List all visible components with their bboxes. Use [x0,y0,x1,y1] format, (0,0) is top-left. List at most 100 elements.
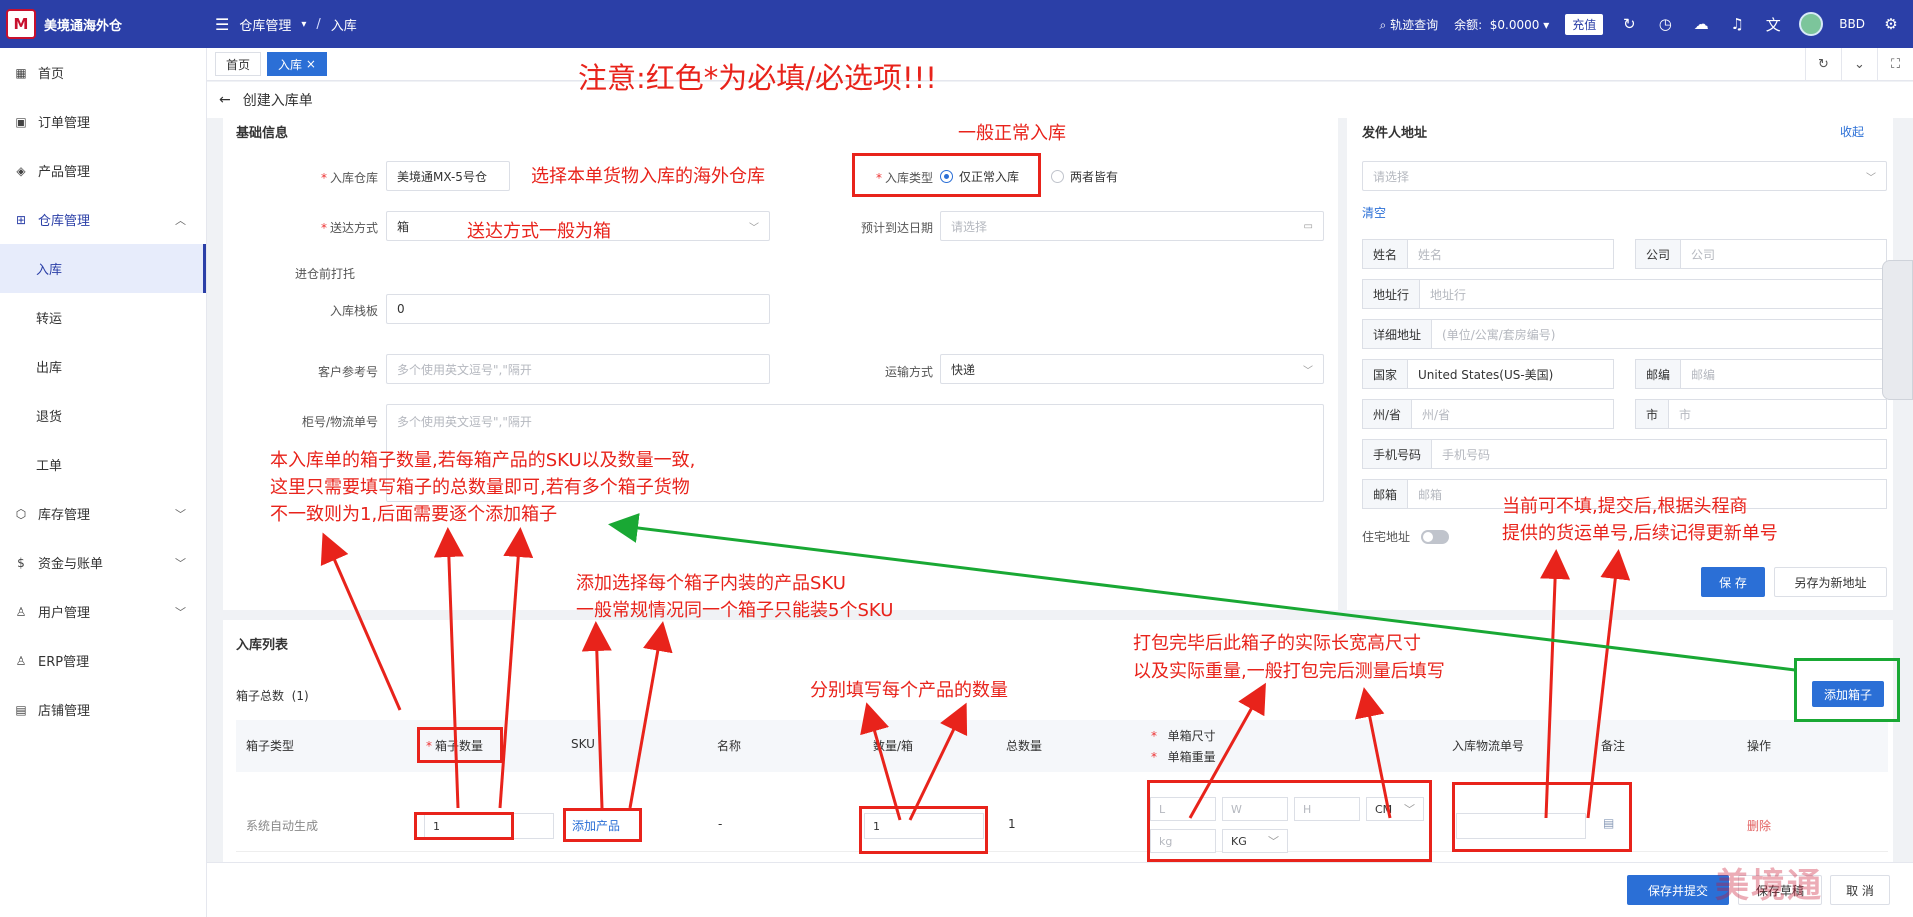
detail-address-field[interactable]: 详细地址 (单位/公寓/套房编号) [1362,319,1887,349]
eta-placeholder: 请选择 [951,219,988,234]
save-new-address-button[interactable]: 另存为新地址 [1774,567,1887,597]
sidebar-item-finance[interactable]: $ 资金与账单 ﹀ [0,538,206,587]
sidebar-sub-outbound[interactable]: 出库 [0,342,206,391]
sidebar-sub-tickets[interactable]: 工单 [0,440,206,489]
page-header: ← 创建入库单 [207,82,1913,118]
row-box-type: 系统自动生成 [246,819,319,833]
avatar[interactable] [1799,12,1824,36]
residential-toggle[interactable] [1421,530,1449,544]
settings-icon[interactable]: ⚙ [1881,15,1901,33]
eta-date-picker[interactable]: 请选择 ▭ [940,211,1324,241]
city-placeholder: 市 [1679,407,1692,422]
recharge-button[interactable]: 充值 [1565,13,1604,35]
sidebar-item-orders[interactable]: ▣ 订单管理 [0,97,206,146]
transport-value: 快递 [951,362,976,377]
sidebar-sub-returns[interactable]: 退货 [0,391,206,440]
sidebar-label: 产品管理 [38,165,91,180]
cancel-button[interactable]: 取 消 [1830,875,1890,905]
tab-home[interactable]: 首页 [215,52,262,76]
delete-link[interactable]: 删除 [1747,817,1771,834]
phone-label: 手机号码 [1363,440,1433,468]
address-line-placeholder: 地址行 [1430,287,1467,302]
box-total-value: (1) [291,689,309,703]
header-box-size-text: 单箱尺寸 [1167,729,1216,743]
header-qty-per-box: 数量/箱 [873,739,914,753]
back-arrow-icon[interactable]: ← [219,92,231,108]
name-field[interactable]: 姓名 姓名 [1362,239,1614,269]
clear-link[interactable]: 清空 [1362,204,1386,221]
collapse-link[interactable]: 收起 [1840,123,1864,140]
fullscreen-icon[interactable]: ⛶ [1877,47,1913,81]
address-line-label: 地址行 [1363,280,1421,308]
highlight-size-weight [1147,780,1432,862]
breadcrumb-warehouse[interactable]: 仓库管理 [239,15,291,34]
phone-field[interactable]: 手机号码 手机号码 [1362,439,1887,469]
city-field[interactable]: 市市 [1635,399,1887,429]
warehouse-select[interactable]: 美境通MX-5号仓 [386,161,510,191]
brand[interactable]: M 美境通海外仓 [0,0,207,48]
bell-icon[interactable]: ♫ [1727,15,1747,33]
ref-textarea[interactable]: 多个使用英文逗号","隔开 [386,354,770,384]
chevron-down-icon: ﹀ [1303,365,1313,377]
zip-label: 邮编 [1636,360,1682,388]
name-placeholder: 姓名 [1418,247,1443,262]
header-box-size: * 单箱尺寸 [1151,729,1216,743]
top-right-tools: ⌕ 轨迹查询 余额: $0.0000 ▾ 充值 ↻ ◷ ☁ ♫ 文 BBD ⚙ [1380,12,1913,36]
annotation-sku-line2: 一般常规情况同一个箱子只能装5个SKU [576,600,894,621]
highlight-inbound-type [852,153,1041,197]
delivery-value: 箱 [397,219,410,234]
chevron-down-icon[interactable]: ⌄ [1841,47,1877,81]
annotation-notice: 注意:红色*为必填/必选项!!! [578,61,937,95]
transport-select[interactable]: 快递 ﹀ [940,354,1324,384]
address-line-field[interactable]: 地址行 地址行 [1362,279,1887,309]
sidebar-item-stores[interactable]: ▤ 店铺管理 [0,685,206,734]
sender-address-select[interactable]: 请选择 ﹀ [1362,161,1887,191]
inbound-list-title: 入库列表 [236,638,289,653]
header-total-qty: 总数量 [1006,739,1043,753]
brand-name: 美境通海外仓 [44,18,123,34]
sidebar-item-home[interactable]: ▦ 首页 [0,48,206,97]
translate-icon[interactable]: 文 [1763,14,1783,35]
annotation-qty-each: 分别填写每个产品的数量 [810,680,1008,701]
cloud-upload-icon[interactable]: ☁ [1691,15,1711,33]
company-placeholder: 公司 [1691,247,1716,262]
inbound-type-radio-both[interactable]: 两者皆有 [1051,168,1118,187]
clock-icon[interactable]: ◷ [1655,15,1675,33]
company-field[interactable]: 公司 公司 [1635,239,1887,269]
menu-fold-icon[interactable]: ☰ [215,15,229,34]
save-submit-button[interactable]: 保存并提交 [1627,875,1729,905]
breadcrumb-inbound: 入库 [330,18,357,34]
row-total-qty: 1 [1008,817,1016,831]
zip-field[interactable]: 邮编 邮编 [1635,359,1887,389]
annotation-normal-inbound: 一般正常入库 [958,123,1066,144]
sidebar-item-warehouse[interactable]: ⊞ 仓库管理 ︿ [0,195,206,244]
chevron-down-icon: ﹀ [175,556,186,570]
track-query-button[interactable]: ⌕ 轨迹查询 [1380,16,1439,33]
state-field[interactable]: 州/省 州/省 [1362,399,1614,429]
highlight-box-qty-input [414,812,514,840]
pallet-section-label: 进仓前打托 [294,267,355,281]
user-name[interactable]: BBD [1839,17,1865,31]
sidebar-label: 订单管理 [38,116,91,131]
sidebar-sub-transfer[interactable]: 转运 [0,293,206,342]
sidebar-item-users[interactable]: ♙ 用户管理 ﹀ [0,587,206,636]
caret-down-icon[interactable]: ▾ [1543,18,1549,32]
refresh-icon[interactable]: ↻ [1619,15,1639,33]
sidebar-item-erp[interactable]: ♙ ERP管理 [0,636,206,685]
pallet-input[interactable]: 0 [386,294,770,324]
sidebar-label: 仓库管理 [38,214,91,229]
highlight-qty-per-box [859,806,988,854]
sidebar-item-products[interactable]: ◈ 产品管理 [0,146,206,195]
page-title: 创建入库单 [242,93,313,109]
close-icon[interactable]: × [306,57,316,71]
reload-icon[interactable]: ↻ [1805,47,1841,81]
sidebar-item-inventory[interactable]: ⬡ 库存管理 ﹀ [0,489,206,538]
floating-widget[interactable] [1882,260,1913,400]
cube-icon: ⬡ [15,506,27,521]
country-field[interactable]: 国家 United States(US-美国) [1362,359,1614,389]
save-address-button[interactable]: 保 存 [1701,567,1765,597]
chevron-down-icon: ▾ [301,18,307,30]
radio-unchecked-icon [1051,170,1064,183]
tab-inbound[interactable]: 入库 × [267,52,327,76]
sidebar-sub-inbound[interactable]: 入库 [0,244,206,293]
